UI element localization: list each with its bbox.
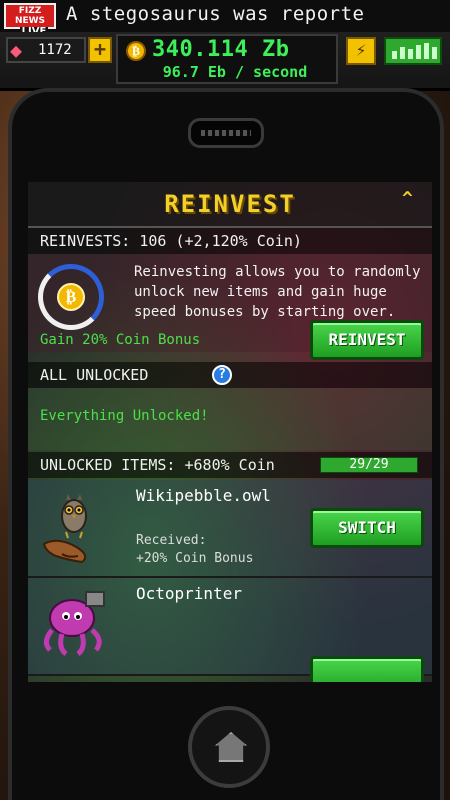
news-ticker[interactable]: A stegosaurus was reporte	[66, 3, 446, 27]
owl-icon	[42, 494, 87, 564]
item-name: Wikipebble.owl	[136, 486, 271, 505]
reinvest-header[interactable]: REINVEST ^	[28, 182, 432, 228]
speaker-grille	[201, 130, 251, 136]
coin-panel: ₿ 340.114 Zb 96.7 Eb / second	[116, 34, 338, 84]
coin-total: 340.114 Zb	[152, 37, 290, 62]
lightning-icon: ⚡	[355, 40, 367, 61]
gem-count: 1172	[38, 42, 72, 58]
reinvest-title: REINVEST	[164, 190, 296, 218]
add-gems-button[interactable]: +	[88, 37, 112, 63]
fizz-news-logo: FIZZ NEWS LIVE	[4, 3, 56, 37]
all-unlocked-status: Everything Unlocked!	[40, 408, 209, 424]
list-item: Wikipebble.owl Received: +20% Coin Bonus…	[28, 480, 432, 578]
item-received: Received: +20% Coin Bonus	[136, 532, 253, 568]
phone-frame: REINVEST ^ REINVESTS: 106 (+2,120% Coin)…	[8, 88, 444, 800]
list-item: Octoprinter	[28, 578, 432, 682]
news-bar: FIZZ NEWS LIVE A stegosaurus was reporte	[0, 0, 450, 37]
phone-speaker	[188, 118, 264, 148]
chevron-up-icon[interactable]: ^	[402, 188, 413, 209]
stats-bar: ◆ 1172 + ₿ 340.114 Zb 96.7 Eb / second ⚡	[0, 32, 450, 91]
unlocked-progress: 29/29	[320, 457, 418, 473]
home-icon	[215, 732, 247, 762]
boost-button[interactable]: ⚡	[346, 37, 376, 65]
gem-icon: ◆	[10, 38, 23, 62]
all-unlocked-bar: ALL UNLOCKED ?	[28, 362, 432, 388]
coin-icon: ₿	[126, 41, 146, 61]
reinvest-count-bar: REINVESTS: 106 (+2,120% Coin)	[28, 228, 432, 254]
all-unlocked-label: ALL UNLOCKED	[40, 366, 149, 384]
phone-screen: REINVEST ^ REINVESTS: 106 (+2,120% Coin)…	[28, 182, 432, 682]
all-unlocked-panel: Everything Unlocked!	[28, 388, 432, 450]
reinvest-gain: Gain 20% Coin Bonus	[40, 332, 201, 348]
reinvest-button[interactable]: REINVEST	[310, 320, 424, 360]
unlocked-items-bar: UNLOCKED ITEMS: +680% Coin 29/29	[28, 452, 432, 478]
switch-button[interactable]: SWITCH	[310, 508, 424, 548]
item-received-label: Received:	[136, 533, 207, 548]
bitcoin-icon: ₿	[57, 283, 85, 311]
unlocked-items-label: UNLOCKED ITEMS: +680% Coin	[40, 456, 275, 474]
stats-chart-button[interactable]	[384, 37, 442, 65]
home-button[interactable]	[188, 706, 270, 788]
item-bonus: +20% Coin Bonus	[136, 551, 254, 566]
octopus-icon	[44, 591, 105, 656]
reinvest-description: Reinvesting allows you to randomly unloc…	[134, 264, 421, 320]
item-name: Octoprinter	[136, 584, 242, 603]
switch-button[interactable]	[310, 656, 424, 682]
reinvest-count: REINVESTS: 106 (+2,120% Coin)	[40, 232, 302, 250]
news-logo-text: FIZZ NEWS	[14, 6, 46, 26]
coin-rate: 96.7 Eb / second	[162, 63, 308, 81]
reinvest-cycle-icon: ₿	[38, 264, 104, 330]
help-icon[interactable]: ?	[212, 365, 232, 385]
gem-counter[interactable]: ◆ 1172	[6, 37, 86, 63]
